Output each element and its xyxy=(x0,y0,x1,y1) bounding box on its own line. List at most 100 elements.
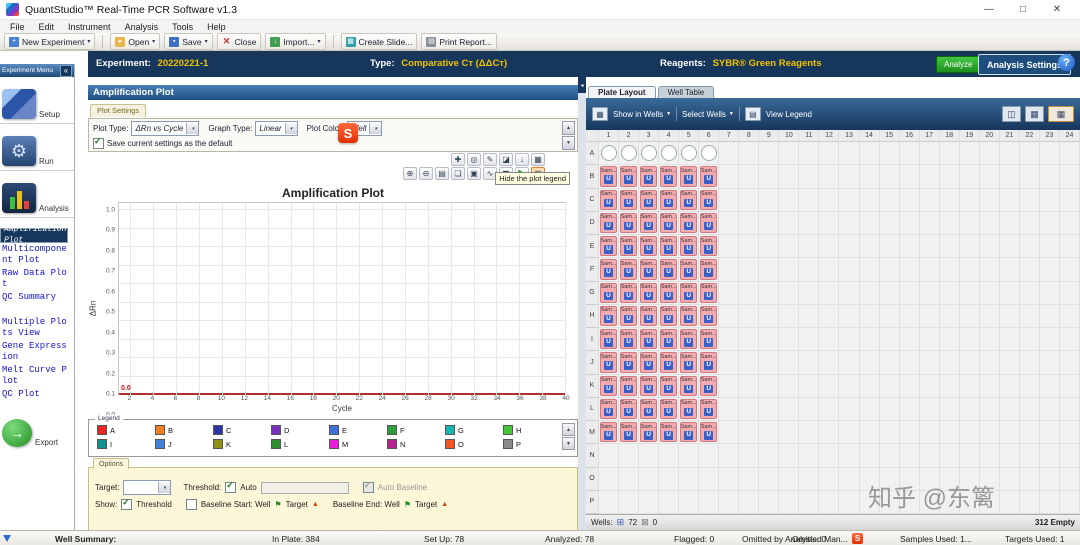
well-O12[interactable] xyxy=(819,468,839,491)
well-F9[interactable] xyxy=(759,258,779,281)
well-N15[interactable] xyxy=(880,444,900,467)
well-M23[interactable] xyxy=(1040,421,1060,444)
well-B2[interactable]: Sam...U xyxy=(619,165,639,188)
well-B4[interactable]: Sam...U xyxy=(659,165,679,188)
pencil-tool-icon[interactable]: ✎ xyxy=(483,153,497,166)
wells-grid-icon[interactable]: ▦ xyxy=(592,107,608,121)
plate-col-header-21[interactable]: 21 xyxy=(1000,130,1020,142)
close-button[interactable]: ✕ xyxy=(1040,1,1074,19)
well-H3[interactable]: Sam...U xyxy=(639,305,659,328)
well-A14[interactable] xyxy=(860,142,880,165)
sample-well[interactable]: Sam...U xyxy=(680,190,697,210)
well-F2[interactable]: Sam...U xyxy=(619,258,639,281)
pan-tool-icon[interactable]: ✚ xyxy=(451,153,465,166)
tab-well-table[interactable]: Well Table xyxy=(658,86,715,98)
well-E24[interactable] xyxy=(1060,235,1080,258)
sample-well[interactable]: Sam...U xyxy=(700,213,717,233)
well-M2[interactable]: Sam...U xyxy=(619,421,639,444)
well-I10[interactable] xyxy=(779,328,799,351)
well-O23[interactable] xyxy=(1040,468,1060,491)
sample-well[interactable]: Sam...U xyxy=(600,399,617,419)
well-K17[interactable] xyxy=(920,375,940,398)
well-G17[interactable] xyxy=(920,282,940,305)
well-O2[interactable] xyxy=(619,468,639,491)
toolbar-button-print-report[interactable]: ▤Print Report... xyxy=(421,33,496,50)
print-plot-icon[interactable]: ▤ xyxy=(435,167,449,180)
well-D1[interactable]: Sam...U xyxy=(599,212,619,235)
well-K9[interactable] xyxy=(759,375,779,398)
plate-col-header-23[interactable]: 23 xyxy=(1040,130,1060,142)
well-P12[interactable] xyxy=(819,491,839,514)
well-N3[interactable] xyxy=(639,444,659,467)
well-C18[interactable] xyxy=(940,189,960,212)
well-O9[interactable] xyxy=(759,468,779,491)
well-F14[interactable] xyxy=(860,258,880,281)
well-H16[interactable] xyxy=(900,305,920,328)
well-E10[interactable] xyxy=(779,235,799,258)
plot-type-select[interactable]: ΔRn vs Cycle xyxy=(131,121,199,136)
plate-row-header-D[interactable]: D xyxy=(586,212,599,235)
well-G1[interactable]: Sam...U xyxy=(599,282,619,305)
well-B6[interactable]: Sam...U xyxy=(699,165,719,188)
sample-well[interactable]: Sam...U xyxy=(640,352,657,372)
plate-col-header-20[interactable]: 20 xyxy=(980,130,1000,142)
well-E16[interactable] xyxy=(900,235,920,258)
well-F19[interactable] xyxy=(960,258,980,281)
sample-well[interactable]: Sam...U xyxy=(700,166,717,186)
well-M3[interactable]: Sam...U xyxy=(639,421,659,444)
well-D23[interactable] xyxy=(1040,212,1060,235)
well-L11[interactable] xyxy=(799,398,819,421)
well-M17[interactable] xyxy=(920,421,940,444)
well-L23[interactable] xyxy=(1040,398,1060,421)
sample-well[interactable]: Sam...U xyxy=(600,259,617,279)
well-M20[interactable] xyxy=(980,421,1000,444)
view-legend-icon[interactable]: ▤ xyxy=(745,107,761,121)
well-M5[interactable]: Sam...U xyxy=(679,421,699,444)
toolbar-button-close[interactable]: ✕Close xyxy=(217,33,262,50)
sidebar-item-setup[interactable]: Setup xyxy=(0,77,74,124)
well-C15[interactable] xyxy=(880,189,900,212)
well-J12[interactable] xyxy=(819,351,839,374)
well-C10[interactable] xyxy=(779,189,799,212)
well-M7[interactable] xyxy=(719,421,739,444)
well-K22[interactable] xyxy=(1020,375,1040,398)
well-K7[interactable] xyxy=(719,375,739,398)
well-E5[interactable]: Sam...U xyxy=(679,235,699,258)
well-I24[interactable] xyxy=(1060,328,1080,351)
scroll-down-icon[interactable]: ▼ xyxy=(562,136,575,150)
well-N19[interactable] xyxy=(960,444,980,467)
well-B23[interactable] xyxy=(1040,165,1060,188)
eraser-tool-icon[interactable]: ◪ xyxy=(499,153,513,166)
well-H22[interactable] xyxy=(1020,305,1040,328)
well-H4[interactable]: Sam...U xyxy=(659,305,679,328)
well-C22[interactable] xyxy=(1020,189,1040,212)
well-L10[interactable] xyxy=(779,398,799,421)
sample-well[interactable]: Sam...U xyxy=(680,352,697,372)
well-K20[interactable] xyxy=(980,375,1000,398)
well-G22[interactable] xyxy=(1020,282,1040,305)
well-H5[interactable]: Sam...U xyxy=(679,305,699,328)
well-D18[interactable] xyxy=(940,212,960,235)
well-A11[interactable] xyxy=(799,142,819,165)
well-A24[interactable] xyxy=(1060,142,1080,165)
sample-well[interactable]: Sam...U xyxy=(640,306,657,326)
well-F15[interactable] xyxy=(880,258,900,281)
sample-well[interactable]: Sam...U xyxy=(680,166,697,186)
well-B10[interactable] xyxy=(779,165,799,188)
well-D20[interactable] xyxy=(980,212,1000,235)
well-L8[interactable] xyxy=(739,398,759,421)
sample-well[interactable]: Sam...U xyxy=(680,329,697,349)
sample-well[interactable]: Sam...U xyxy=(640,190,657,210)
well-A1[interactable] xyxy=(599,142,619,165)
copy-plot-icon[interactable]: ❏ xyxy=(451,167,465,180)
plate-col-header-16[interactable]: 16 xyxy=(900,130,920,142)
well-G4[interactable]: Sam...U xyxy=(659,282,679,305)
well-D10[interactable] xyxy=(779,212,799,235)
well-L12[interactable] xyxy=(819,398,839,421)
well-H12[interactable] xyxy=(819,305,839,328)
target-select[interactable] xyxy=(123,480,171,495)
well-J2[interactable]: Sam...U xyxy=(619,351,639,374)
well-G23[interactable] xyxy=(1040,282,1060,305)
well-N11[interactable] xyxy=(799,444,819,467)
well-L16[interactable] xyxy=(900,398,920,421)
